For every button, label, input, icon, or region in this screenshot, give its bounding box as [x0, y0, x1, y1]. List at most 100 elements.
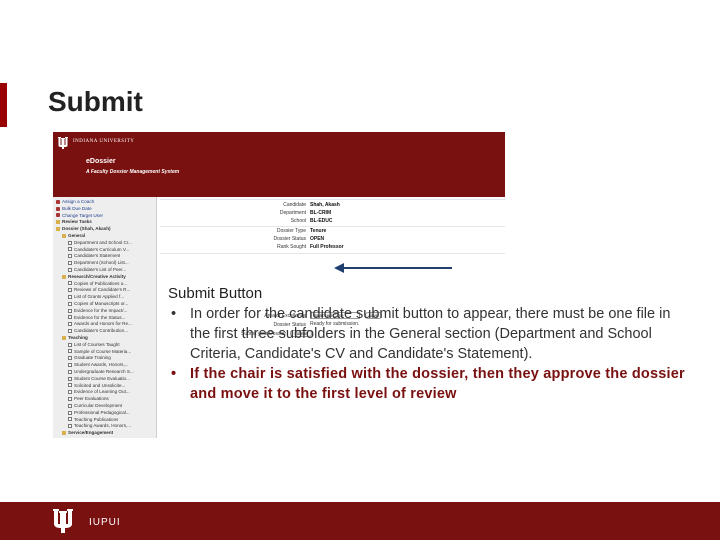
tree-item-label: Evidence for the Status... [74, 314, 126, 320]
document-icon [68, 349, 72, 354]
tree-item-label: Copies of Publications o... [74, 280, 128, 286]
field-label: Dossier Type [276, 228, 306, 234]
tree-item-label: Awards and Honors for Re... [74, 321, 132, 327]
field-label: Dossier Status [273, 236, 306, 242]
divider [160, 253, 505, 254]
document-icon [68, 362, 72, 367]
document-icon [68, 390, 72, 395]
tree-item-label: Teaching Publications [74, 416, 119, 422]
bullet-item: • If the chair is satisfied with the dos… [168, 364, 688, 404]
tree-item-label: Bulk Due Date [62, 205, 92, 211]
document-icon [68, 322, 72, 327]
divider [160, 226, 505, 227]
tree-item-label: Assign a Coach [62, 199, 95, 204]
tree-item-label: Candidate's List of Peer... [74, 267, 127, 272]
bullet-glyph: • [171, 306, 177, 322]
document-icon [68, 260, 72, 265]
document-icon [68, 417, 72, 422]
field-value: Shah, Akash [310, 202, 340, 208]
tree-item-label: Change Target User [62, 212, 104, 218]
link-icon [56, 199, 60, 204]
bullet-glyph: • [171, 366, 177, 382]
document-icon [68, 315, 72, 320]
tree-item-label: Service/Engagement [68, 430, 114, 436]
document-icon [68, 369, 72, 374]
tree-item-label: Research/Creative Activity [68, 273, 126, 279]
tree-item-label: Evidence of Learning Out... [74, 389, 130, 395]
document-icon [68, 301, 72, 306]
field-value: Tenure [310, 228, 327, 234]
document-icon [68, 254, 72, 259]
app-name: eDossier [86, 158, 116, 165]
field-label: Candidate [283, 202, 306, 208]
tree-item-label: Sample of Course Materia... [74, 348, 132, 354]
tree-item-label: Candidate's Contribution... [74, 328, 128, 334]
folder-icon [62, 335, 66, 340]
folder-icon [56, 220, 60, 225]
link-icon [56, 206, 60, 211]
document-icon [68, 356, 72, 361]
document-icon [68, 294, 72, 299]
tree-item-label: Student Course Evaluatio... [74, 375, 130, 381]
document-icon [68, 376, 72, 381]
document-icon [68, 247, 72, 252]
document-icon [68, 424, 72, 429]
tree-item-label: Reviews of Candidate's R... [74, 287, 131, 293]
document-icon [68, 267, 72, 272]
folder-icon [62, 274, 66, 279]
bullet-item: • In order for the candidate submit butt… [168, 304, 688, 364]
tree-item-label: Undergraduate Research S... [74, 369, 134, 374]
tree-item-label: Dossier (Shah, Akash) [62, 226, 111, 232]
document-icon [68, 288, 72, 293]
tree-item-label: Peer Evaluations [74, 396, 109, 402]
divider [160, 199, 505, 200]
document-icon [68, 383, 72, 388]
tree-item-label: Teaching [68, 335, 88, 340]
slide-title: Submit [48, 86, 143, 117]
link-icon [56, 213, 60, 218]
tree-item-label: Curricular Development [74, 403, 123, 408]
document-icon [68, 403, 72, 408]
document-icon [68, 328, 72, 333]
tree-item-label: Solicited and Unsolicite... [74, 382, 126, 388]
tree-item-label: Graduate Training [74, 355, 111, 361]
tree-item-label: Evidence for the Impact/... [74, 307, 128, 313]
tree-item[interactable]: Service/Engagement [62, 429, 113, 437]
iu-trident-logo-icon [53, 509, 73, 533]
tree-item-label: General [68, 233, 86, 238]
bullet-text: If the chair is satisfied with the dossi… [190, 366, 685, 402]
navigation-tree: Assign a Coach Bulk Due Date Change Target… [53, 197, 157, 438]
university-name: INDIANA UNIVERSITY [73, 139, 135, 144]
footer-bar: IUPUI [0, 502, 720, 540]
document-icon [68, 396, 72, 401]
app-subtitle: A Faculty Dossier Management System [86, 169, 180, 175]
document-icon [68, 308, 72, 313]
tree-item-label: Review Tasks [62, 219, 92, 225]
edossier-header: INDIANA UNIVERSITY eDossier A Faculty Do… [53, 132, 505, 197]
document-icon [68, 342, 72, 347]
tree-item-label: Candidate's Statement [74, 253, 121, 259]
footer-brand: IUPUI [89, 517, 121, 528]
bullet-list: • In order for the candidate submit butt… [168, 304, 688, 404]
document-icon [68, 281, 72, 286]
callout-title: Submit Button [168, 285, 263, 302]
tree-item-label: Student Awards, Honors,... [74, 362, 129, 368]
tree-item-label: List of Grants Applied f... [74, 294, 125, 300]
folder-icon [62, 430, 66, 435]
folder-icon [56, 226, 60, 231]
title-accent-bar [0, 83, 7, 127]
field-value: BL-CRIM [310, 210, 332, 216]
field-label: Rank Sought [277, 244, 306, 250]
tree-item-label: Department and School Cr... [74, 239, 132, 245]
tree-item-label: Department (School) List... [74, 260, 129, 266]
folder-icon [62, 233, 66, 238]
document-icon [68, 240, 72, 245]
tree-item-label: Copies of Manuscripts or... [74, 301, 129, 306]
field-value: OPEN [310, 236, 325, 242]
tree-item-label: List of Courses Taught [74, 341, 120, 347]
tree-item-label: Candidate's Curriculum V... [74, 246, 130, 252]
field-value: BL-EDUC [310, 218, 333, 224]
iu-trident-icon [58, 137, 68, 149]
tree-item-label: Teaching Awards, Honors,... [74, 423, 132, 429]
tree-item-label: Professional Pedagogical... [74, 409, 130, 415]
